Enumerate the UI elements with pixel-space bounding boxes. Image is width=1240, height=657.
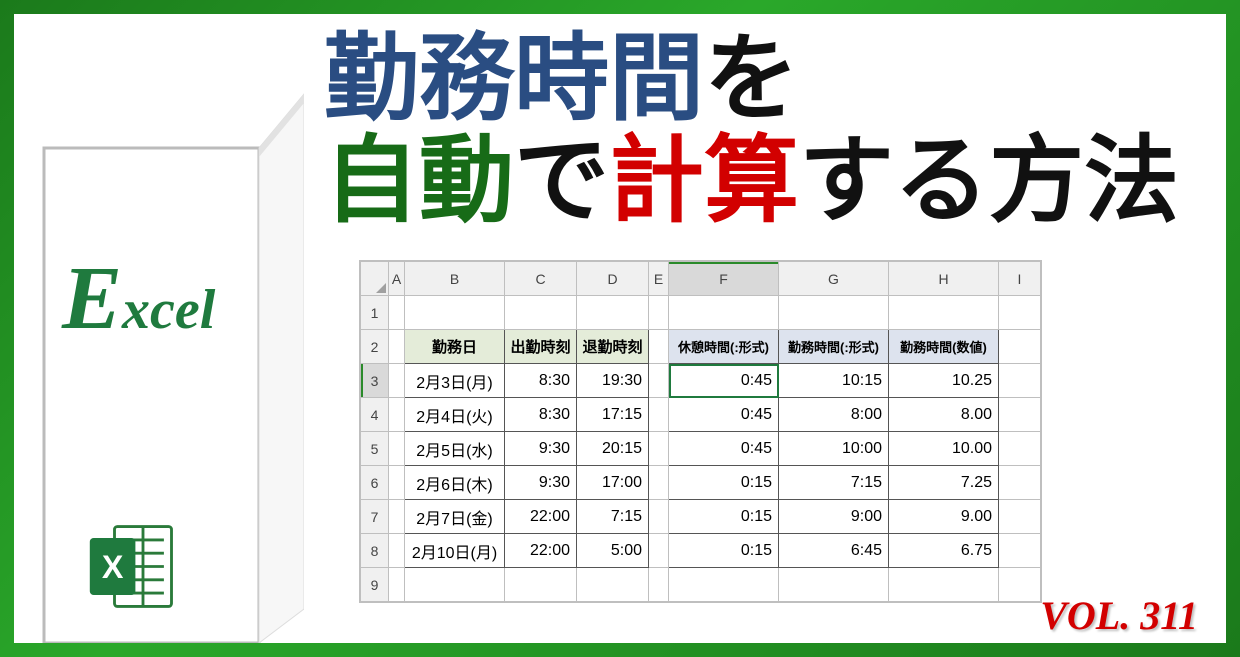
col-header-D[interactable]: D — [577, 262, 649, 296]
cell[interactable]: 7:15 — [577, 500, 649, 534]
column-headers: A B C D E F G H I — [361, 262, 1041, 296]
row-header[interactable]: 4 — [361, 398, 389, 432]
col-header-G[interactable]: G — [779, 262, 889, 296]
row-header[interactable]: 8 — [361, 534, 389, 568]
row-9: 9 — [361, 568, 1041, 602]
row-header[interactable]: 5 — [361, 432, 389, 466]
cell[interactable]: 2月3日(月) — [405, 364, 505, 398]
col-header-C[interactable]: C — [505, 262, 577, 296]
cell[interactable]: 10:00 — [779, 432, 889, 466]
table-row: 7 2月7日(金) 22:00 7:15 0:15 9:00 9.00 — [361, 500, 1041, 534]
cell[interactable]: 17:15 — [577, 398, 649, 432]
cell[interactable]: 10.00 — [889, 432, 999, 466]
headline-part: 勤務時間 — [324, 26, 704, 132]
cell[interactable]: 9:30 — [505, 466, 577, 500]
cell[interactable]: 8:30 — [505, 364, 577, 398]
table-row: 5 2月5日(水) 9:30 20:15 0:45 10:00 10.00 — [361, 432, 1041, 466]
headline-part: 自動 — [324, 128, 514, 234]
row-header[interactable]: 9 — [361, 568, 389, 602]
table-row: 8 2月10日(月) 22:00 5:00 0:15 6:45 6.75 — [361, 534, 1041, 568]
cell[interactable]: 22:00 — [505, 500, 577, 534]
table-row: 6 2月6日(木) 9:30 17:00 0:15 7:15 7.25 — [361, 466, 1041, 500]
cell[interactable]: 7:15 — [779, 466, 889, 500]
headline-part: する方法 — [799, 128, 1179, 234]
cell[interactable]: 0:15 — [669, 466, 779, 500]
select-all-corner[interactable] — [361, 262, 389, 296]
excel-icon: X — [86, 519, 181, 614]
cell-selected[interactable]: 0:45 — [669, 364, 779, 398]
thumbnail-inner: Excel X 勤務時間を 自動で計算する方法 — [14, 14, 1226, 643]
volume-label: VOL. 311 — [1040, 592, 1198, 639]
cell[interactable]: 10:15 — [779, 364, 889, 398]
svg-text:X: X — [102, 549, 124, 585]
row-header[interactable]: 3 — [361, 364, 389, 398]
cell[interactable]: 9:00 — [779, 500, 889, 534]
cell[interactable]: 17:00 — [577, 466, 649, 500]
cell[interactable]: 2月6日(木) — [405, 466, 505, 500]
cell[interactable] — [389, 296, 405, 330]
cell[interactable]: 8:00 — [779, 398, 889, 432]
cell[interactable]: 0:45 — [669, 432, 779, 466]
col-header-H[interactable]: H — [889, 262, 999, 296]
cell[interactable]: 20:15 — [577, 432, 649, 466]
row-header[interactable]: 2 — [361, 330, 389, 364]
branding-rest: xcel — [122, 279, 215, 341]
table-header[interactable]: 出勤時刻 — [505, 330, 577, 364]
cell[interactable]: 0:15 — [669, 534, 779, 568]
row-1: 1 — [361, 296, 1041, 330]
cell[interactable]: 0:15 — [669, 500, 779, 534]
headline-part: で — [514, 128, 609, 234]
row-header[interactable]: 1 — [361, 296, 389, 330]
table-header[interactable]: 勤務時間(数値) — [889, 330, 999, 364]
cell[interactable]: 9:30 — [505, 432, 577, 466]
col-header-A[interactable]: A — [389, 262, 405, 296]
cell[interactable]: 7.25 — [889, 466, 999, 500]
table-header[interactable]: 休憩時間(:形式) — [669, 330, 779, 364]
cell[interactable]: 2月10日(月) — [405, 534, 505, 568]
branding-text: Excel — [62, 254, 215, 344]
cell[interactable]: 0:45 — [669, 398, 779, 432]
cell[interactable]: 9.00 — [889, 500, 999, 534]
headline-part: を — [704, 26, 799, 132]
cell[interactable]: 2月4日(火) — [405, 398, 505, 432]
cell[interactable]: 19:30 — [577, 364, 649, 398]
col-header-E[interactable]: E — [649, 262, 669, 296]
cell[interactable]: 2月5日(水) — [405, 432, 505, 466]
cell[interactable]: 10.25 — [889, 364, 999, 398]
thumbnail-frame: Excel X 勤務時間を 自動で計算する方法 — [0, 0, 1240, 657]
headline: 勤務時間を 自動で計算する方法 — [324, 29, 1179, 232]
cell[interactable]: 2月7日(金) — [405, 500, 505, 534]
branding-initial: E — [62, 249, 122, 348]
cell[interactable]: 8.00 — [889, 398, 999, 432]
table-header[interactable]: 勤務時間(:形式) — [779, 330, 889, 364]
cell[interactable]: 8:30 — [505, 398, 577, 432]
col-header-I[interactable]: I — [999, 262, 1041, 296]
headline-part: 計算 — [609, 128, 799, 234]
spreadsheet[interactable]: A B C D E F G H I 1 2 勤務日 — [359, 260, 1042, 603]
row-2-headers: 2 勤務日 出勤時刻 退勤時刻 休憩時間(:形式) 勤務時間(:形式) 勤務時間… — [361, 330, 1041, 364]
row-header[interactable]: 7 — [361, 500, 389, 534]
col-header-B[interactable]: B — [405, 262, 505, 296]
col-header-F[interactable]: F — [669, 262, 779, 296]
row-header[interactable]: 6 — [361, 466, 389, 500]
cell[interactable]: 6:45 — [779, 534, 889, 568]
cell[interactable]: 6.75 — [889, 534, 999, 568]
table-header[interactable]: 勤務日 — [405, 330, 505, 364]
table-header[interactable]: 退勤時刻 — [577, 330, 649, 364]
table-row: 3 2月3日(月) 8:30 19:30 0:45 10:15 10.25 — [361, 364, 1041, 398]
table-row: 4 2月4日(火) 8:30 17:15 0:45 8:00 8.00 — [361, 398, 1041, 432]
cell[interactable]: 22:00 — [505, 534, 577, 568]
cell[interactable]: 5:00 — [577, 534, 649, 568]
